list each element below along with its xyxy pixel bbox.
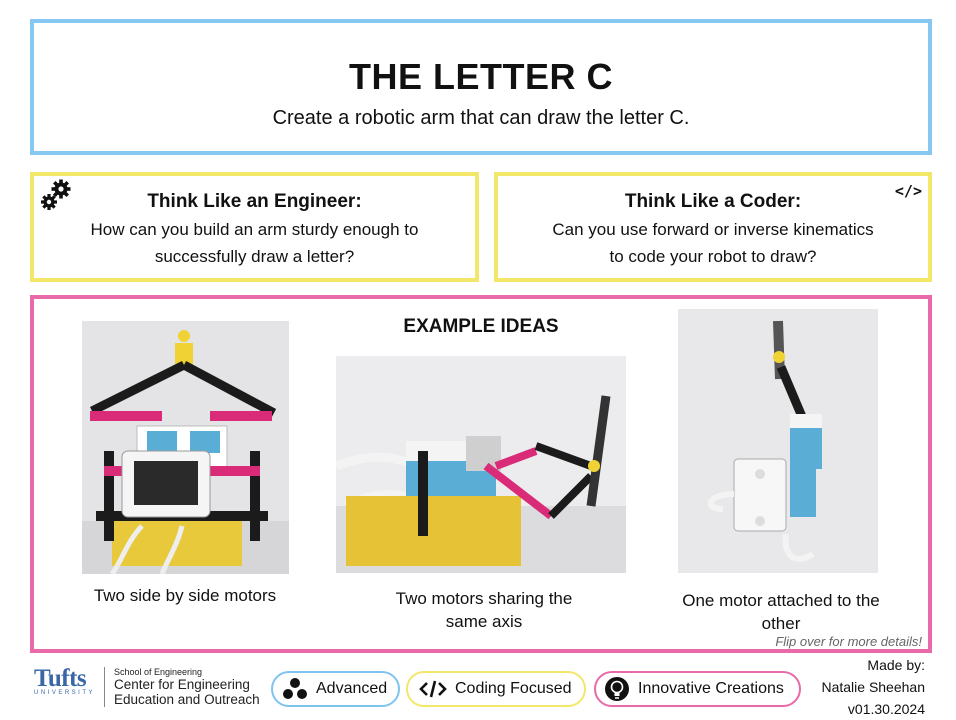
ceeo-name-line2: Education and Outreach [114, 692, 260, 707]
title-banner: THE LETTER C Create a robotic arm that c… [30, 19, 932, 155]
page-title: THE LETTER C [349, 56, 613, 97]
engineer-card: Think Like an Engineer: How can you buil… [30, 172, 479, 282]
page-subtitle: Create a robotic arm that can draw the l… [272, 107, 690, 129]
example-photo-motor-attached [678, 309, 878, 573]
example-ideas-panel: EXAMPLE IDEAS Two side by side motors Tw… [30, 295, 932, 653]
coder-question-line2: to code your robot to draw? [609, 247, 817, 266]
engineer-question-line1: How can you build an arm sturdy enough t… [90, 220, 419, 239]
example-caption-2-line1: Two motors sharing the [395, 589, 573, 608]
tufts-university-label: UNIVERSITY [34, 690, 96, 696]
badge-coding-focused-label: Coding Focused [455, 680, 572, 697]
flip-over-note: Flip over for more details! [775, 634, 922, 649]
tufts-wordmark: Tufts [34, 665, 87, 692]
ceeo-affiliation: School of Engineering Center for Enginee… [104, 667, 260, 707]
badge-advanced: Advanced [271, 671, 400, 707]
engineer-question-line2: successfully draw a letter? [154, 247, 355, 266]
example-caption-1-line1: Two side by side motors [93, 586, 277, 605]
coder-card: </> Think Like a Coder: Can you use forw… [494, 172, 932, 282]
ceeo-name-line1: Center for Engineering [114, 677, 250, 692]
example-photo-side-by-side-motors [82, 321, 289, 574]
coder-card-title: Think Like a Coder: [624, 191, 802, 212]
example-caption-3: One motor attached to the other [656, 589, 906, 635]
badge-coding-focused: Coding Focused [406, 671, 586, 707]
author-name: Natalie Sheehan [821, 679, 925, 695]
credits: Made by: Natalie Sheehan v01.30.2024 [821, 654, 925, 720]
badge-innovative-creations-label: Innovative Creations [638, 680, 784, 697]
code-icon [419, 680, 447, 698]
example-caption-3-line2: other [761, 614, 801, 633]
example-photo-shared-axis [336, 356, 626, 573]
example-caption-1: Two side by side motors [70, 584, 300, 607]
school-of-engineering-label: School of Engineering [114, 667, 203, 677]
example-caption-2: Two motors sharing the same axis [354, 587, 614, 633]
example-caption-3-line1: One motor attached to the [682, 591, 880, 610]
lightbulb-icon [605, 677, 629, 701]
example-caption-2-line2: same axis [445, 612, 523, 631]
version-label: v01.30.2024 [847, 701, 925, 717]
coder-question-line1: Can you use forward or inverse kinematic… [552, 220, 874, 239]
tufts-logo: Tufts UNIVERSITY [34, 665, 95, 696]
dots-icon [283, 678, 307, 699]
made-by-label: Made by: [867, 657, 925, 673]
engineer-card-title: Think Like an Engineer: [147, 191, 362, 212]
badge-advanced-label: Advanced [316, 680, 388, 697]
badge-innovative-creations: Innovative Creations [594, 671, 801, 707]
